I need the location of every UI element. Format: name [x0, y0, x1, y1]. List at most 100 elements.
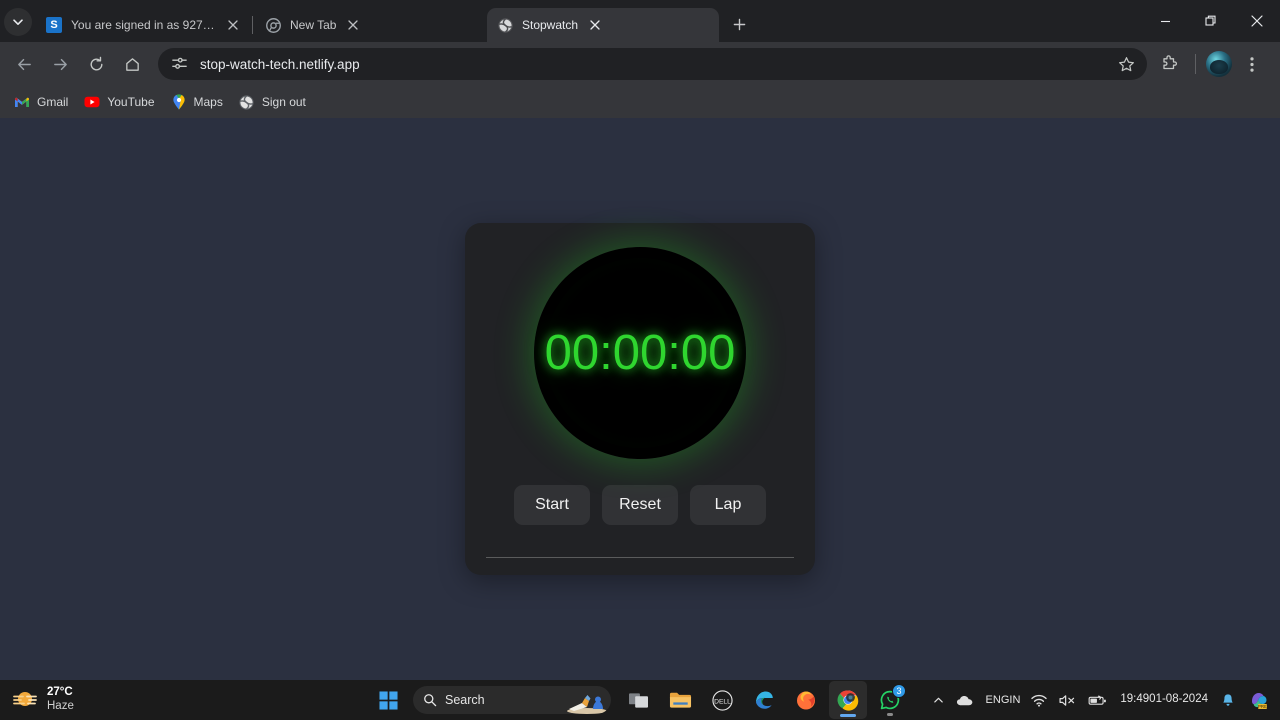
tray-wifi[interactable]: [1026, 681, 1052, 719]
weather-temperature: 27°C: [47, 686, 73, 699]
tray-language[interactable]: ENG IN: [982, 681, 1025, 719]
bookmark-gmail[interactable]: Gmail: [10, 90, 76, 114]
arrow-right-icon: [53, 58, 67, 70]
restore-icon: [1205, 15, 1216, 26]
site-settings-icon[interactable]: [170, 54, 190, 74]
taskbar-firefox[interactable]: [787, 681, 825, 719]
bell-icon: [1223, 693, 1233, 706]
haze-sun-icon: [13, 692, 37, 706]
tab-close-button[interactable]: [586, 16, 604, 34]
bookmark-sign-out[interactable]: Sign out: [235, 90, 314, 114]
lap-button[interactable]: Lap: [690, 485, 766, 525]
taskbar: 27°C Haze Search DELL 3 ENG IN 19:49 01-…: [0, 680, 1280, 720]
taskbar-center: Search DELL 3: [371, 681, 909, 719]
chrome-favicon: [265, 17, 281, 33]
globe-favicon: [497, 17, 513, 33]
bookmark-youtube[interactable]: YouTube: [80, 90, 162, 114]
tab-title: You are signed in as 927622bee073: [71, 18, 216, 32]
tray-clock[interactable]: 19:49 01-08-2024: [1114, 681, 1214, 719]
bookmarks-bar: Gmail YouTube Maps Sign out: [0, 86, 1280, 118]
avatar[interactable]: [1206, 51, 1232, 77]
tray-overflow-button[interactable]: [928, 681, 949, 719]
minimize-button[interactable]: [1142, 0, 1188, 42]
taskbar-dell[interactable]: DELL: [703, 681, 741, 719]
taskbar-edge[interactable]: [745, 681, 783, 719]
svg-text:DELL: DELL: [714, 698, 731, 705]
task-view-icon: [628, 692, 648, 708]
language-primary: ENG: [985, 693, 1010, 706]
bookmark-label: YouTube: [107, 95, 155, 109]
whatsapp-badge: 3: [892, 684, 906, 698]
reload-button[interactable]: [80, 48, 112, 80]
bookmark-star-button[interactable]: [1113, 51, 1139, 77]
page-viewport: 00:00:00 Start Reset Lap: [0, 118, 1280, 680]
magnifier-icon: [424, 694, 437, 707]
reset-button[interactable]: Reset: [602, 485, 678, 525]
taskbar-chrome[interactable]: [829, 681, 867, 719]
chrome-menu-button[interactable]: [1236, 48, 1268, 80]
stopwatch-card: 00:00:00 Start Reset Lap: [465, 223, 815, 575]
back-button[interactable]: [8, 48, 40, 80]
forward-button[interactable]: [44, 48, 76, 80]
gmail-icon: [14, 94, 30, 110]
tab-close-button[interactable]: [224, 16, 242, 34]
bookmark-label: Maps: [193, 95, 223, 109]
copilot-icon: PRE: [1252, 693, 1267, 709]
battery-icon: [1088, 695, 1107, 705]
tray-notifications[interactable]: [1216, 681, 1240, 719]
address-bar[interactable]: stop-watch-tech.netlify.app: [158, 48, 1147, 80]
globe-icon: [239, 94, 255, 110]
tab-stopwatch[interactable]: Stopwatch: [487, 8, 719, 42]
bookmark-label: Gmail: [37, 95, 69, 109]
tab-new-tab[interactable]: New Tab: [255, 8, 487, 42]
taskbar-whatsapp[interactable]: 3: [871, 681, 909, 719]
start-menu-button[interactable]: [371, 683, 405, 717]
tab-close-button[interactable]: [344, 16, 362, 34]
three-dot-menu-icon: [1250, 56, 1254, 72]
arrow-left-icon: [17, 58, 31, 70]
clock-time: 19:49: [1120, 693, 1150, 706]
close-button[interactable]: [1234, 0, 1280, 42]
close-icon: [590, 20, 600, 30]
restore-button[interactable]: [1188, 0, 1234, 42]
tab-signed-in[interactable]: S You are signed in as 927622bee073: [36, 8, 250, 42]
tab-title: New Tab: [290, 18, 337, 32]
close-icon: [228, 20, 238, 30]
laps-divider: [486, 557, 794, 558]
tab-search-button[interactable]: [4, 8, 32, 36]
taskbar-task-view[interactable]: [619, 681, 657, 719]
tray-copilot[interactable]: PRE: [1242, 681, 1274, 719]
weather-condition: Haze: [47, 700, 74, 712]
folder-icon: [669, 692, 691, 708]
search-illustration-icon: [567, 695, 607, 714]
taskbar-file-explorer[interactable]: [661, 681, 699, 719]
reload-icon: [90, 56, 102, 70]
tray-battery[interactable]: [1083, 681, 1112, 719]
tab-title: Stopwatch: [522, 18, 579, 32]
tray-onedrive[interactable]: [951, 681, 980, 719]
edge-icon: [756, 691, 773, 709]
bookmark-maps[interactable]: Maps: [167, 90, 231, 114]
weather-widget[interactable]: 27°C Haze: [0, 686, 200, 713]
new-tab-button[interactable]: [725, 10, 753, 38]
system-tray: ENG IN 19:49 01-08-2024 PRE: [928, 681, 1274, 719]
language-region: IN: [1009, 693, 1021, 706]
tab-strip: S You are signed in as 927622bee073 New …: [0, 0, 1280, 42]
extensions-button[interactable]: [1153, 48, 1185, 80]
letter-s-favicon: S: [46, 17, 62, 33]
dell-icon: DELL: [711, 689, 733, 711]
browser-window: S You are signed in as 927622bee073 New …: [0, 0, 1280, 720]
star-icon: [1118, 56, 1134, 71]
home-button[interactable]: [116, 48, 148, 80]
clock-date: 01-08-2024: [1149, 693, 1208, 706]
close-icon: [348, 20, 359, 30]
url-text: stop-watch-tech.netlify.app: [200, 56, 360, 72]
chevron-up-icon: [933, 697, 943, 703]
start-button[interactable]: Start: [514, 485, 590, 525]
search-input[interactable]: Search: [413, 686, 611, 714]
firefox-icon: [797, 691, 815, 710]
chrome-icon: [837, 690, 859, 711]
plus-icon: [733, 18, 745, 30]
chevron-down-icon: [13, 19, 23, 25]
tray-volume-muted[interactable]: [1054, 681, 1081, 719]
